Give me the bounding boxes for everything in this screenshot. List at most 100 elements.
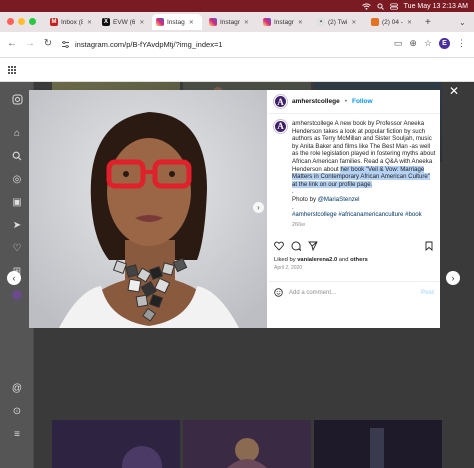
macos-menu-bar: Tue May 13 2:13 AM: [0, 0, 474, 12]
reload-icon[interactable]: ↻: [42, 38, 54, 50]
close-tab-icon[interactable]: ✕: [189, 19, 194, 26]
home-icon[interactable]: ⌂: [11, 128, 23, 140]
liked-by-user[interactable]: vanialerena2.0: [297, 257, 337, 263]
close-window-button[interactable]: [7, 18, 14, 25]
url-text: instagram.com/p/B-fYAvdpMtj/?img_index=1: [75, 40, 223, 49]
comment-icon[interactable]: [291, 241, 301, 251]
threads-icon[interactable]: @: [11, 383, 23, 395]
grid-post-tile[interactable]: [314, 420, 442, 468]
post-modal: › A amherstcollege • Follow A amherstcol…: [29, 90, 440, 328]
tab-instagram-3[interactable]: Instagr ✕: [259, 14, 311, 30]
menu-bar-clock[interactable]: Tue May 13 2:13 AM: [404, 3, 468, 10]
tab-x-evw[interactable]: X EVW (6 ✕: [98, 14, 150, 30]
post-header: A amherstcollege • Follow: [268, 90, 440, 114]
separator-dot: •: [344, 98, 347, 105]
more-icon[interactable]: ≡: [11, 429, 23, 441]
toolbar-actions: ▭ ⊕ ☆ E ⋮: [394, 38, 466, 49]
profile-avatar[interactable]: E: [439, 38, 450, 49]
close-modal-icon[interactable]: ✕: [448, 85, 460, 97]
comment-bar: Add a comment... Post: [268, 281, 440, 303]
tab-document[interactable]: (2) 04 - ✕: [367, 14, 419, 30]
menu-kebab-icon[interactable]: ⋮: [457, 38, 466, 49]
tab-label: (2) 04 -: [382, 18, 403, 26]
post-age: 266w: [292, 221, 306, 228]
instagram-icon: [156, 18, 164, 26]
post-actions: [274, 240, 434, 252]
instagram-logo-icon[interactable]: [11, 94, 23, 106]
messages-icon[interactable]: ➤: [11, 220, 23, 232]
close-tab-icon[interactable]: ✕: [139, 19, 144, 26]
tab-instagram-2[interactable]: Instagr ✕: [205, 14, 257, 30]
notifications-icon[interactable]: ♡: [11, 243, 23, 255]
window-controls: [7, 18, 36, 25]
address-bar[interactable]: instagram.com/p/B-fYAvdpMtj/?img_index=1: [61, 36, 391, 53]
hashtags-link[interactable]: #amherstcollege #africanamericanculture …: [292, 211, 422, 218]
bookmarks-bar: [0, 58, 474, 82]
caption-body: amherstcollege A new book by Professor A…: [292, 120, 436, 173]
previous-post-arrow-icon[interactable]: ‹: [7, 271, 21, 285]
close-tab-icon[interactable]: ✕: [407, 19, 412, 26]
like-heart-icon[interactable]: [274, 241, 284, 251]
next-image-arrow-icon[interactable]: ›: [253, 202, 264, 213]
tab-twitter[interactable]: ▪ (2) Twi ✕: [313, 14, 365, 30]
twitter-icon: ▪: [317, 18, 325, 26]
new-tab-button[interactable]: +: [421, 14, 435, 30]
explore-icon[interactable]: ◎: [11, 174, 23, 186]
instagram-icon: [209, 18, 217, 26]
search-spotlight-icon[interactable]: [377, 2, 384, 10]
close-tab-icon[interactable]: ✕: [298, 19, 303, 26]
caption-avatar[interactable]: A: [274, 120, 287, 133]
tab-label: Instag: [167, 18, 185, 26]
forward-arrow-icon[interactable]: →: [24, 38, 36, 50]
liked-by-others[interactable]: others: [350, 257, 368, 263]
share-icon[interactable]: [308, 241, 318, 251]
browser-window: M Inbox (8 ✕ X EVW (6 ✕ Instag ✕ Instagr…: [0, 12, 474, 468]
tab-label: (2) Twi: [328, 18, 348, 26]
search-icon[interactable]: [11, 151, 23, 163]
tab-search-chevron-icon[interactable]: ⌄: [455, 14, 469, 30]
wifi-icon[interactable]: [361, 2, 371, 10]
save-bookmark-icon[interactable]: [424, 241, 434, 251]
browser-toolbar: ← → ↻ instagram.com/p/B-fYAvdpMtj/?img_i…: [0, 32, 474, 58]
profile-icon[interactable]: [11, 289, 23, 301]
tab-label: EVW (6: [113, 18, 136, 26]
caption-dot: .: [292, 188, 294, 196]
cast-icon[interactable]: ▭: [394, 38, 403, 49]
close-tab-icon[interactable]: ✕: [351, 19, 356, 26]
back-arrow-icon[interactable]: ←: [6, 38, 18, 50]
portrait-image: [29, 90, 267, 328]
meta-icon[interactable]: ⊙: [11, 406, 23, 418]
caption-dot-2: .: [292, 203, 294, 211]
close-tab-icon[interactable]: ✕: [244, 19, 249, 26]
bookmark-star-icon[interactable]: ☆: [424, 38, 432, 49]
site-info-icon[interactable]: [61, 40, 70, 49]
photo-by-label: Photo by: [292, 195, 318, 203]
close-tab-icon[interactable]: ✕: [87, 19, 92, 26]
grid-post-tile[interactable]: [52, 420, 180, 468]
tab-label: Instagr: [220, 18, 240, 26]
tab-instagram-active[interactable]: Instag ✕: [152, 14, 202, 30]
caption-text: amherstcollege A new book by Professor A…: [292, 120, 436, 219]
tab-label: Instagr: [274, 18, 294, 26]
post-photo: ›: [29, 90, 267, 328]
zoom-icon[interactable]: ⊕: [409, 38, 417, 49]
tab-gmail-inbox[interactable]: M Inbox (8 ✕: [46, 14, 96, 30]
grid-post-tile[interactable]: [183, 420, 311, 468]
control-center-icon[interactable]: [389, 2, 398, 10]
tab-label: Inbox (8: [61, 18, 83, 26]
post-username[interactable]: amherstcollege: [292, 98, 340, 105]
follow-button[interactable]: Follow: [352, 98, 373, 105]
post-comment-button[interactable]: Post: [421, 290, 434, 296]
tab-strip: M Inbox (8 ✕ X EVW (6 ✕ Instag ✕ Instagr…: [0, 12, 474, 32]
amherst-avatar[interactable]: A: [274, 95, 287, 108]
reels-icon[interactable]: ▣: [11, 197, 23, 209]
photographer-link[interactable]: @MariaStenzel: [318, 196, 360, 203]
next-post-arrow-icon[interactable]: ›: [446, 271, 460, 285]
post-details-panel: A amherstcollege • Follow A amherstcolle…: [268, 90, 440, 328]
minimize-window-button[interactable]: [18, 18, 25, 25]
liked-by-line: Liked by vanialerena2.0 and others: [274, 257, 368, 263]
emoji-icon[interactable]: [274, 288, 283, 297]
apps-grid-icon[interactable]: [7, 65, 16, 74]
comment-input[interactable]: Add a comment...: [289, 290, 336, 296]
zoom-window-button[interactable]: [29, 18, 36, 25]
